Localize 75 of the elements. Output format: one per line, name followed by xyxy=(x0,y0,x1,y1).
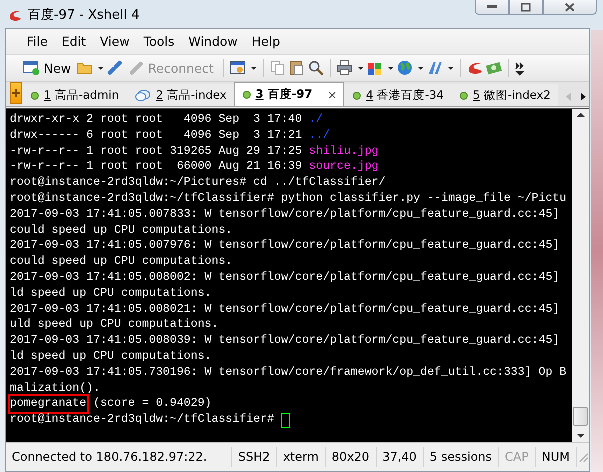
status-field: 37,40 xyxy=(376,447,424,467)
terminal-line: malization(). xyxy=(10,380,102,396)
status-dot-icon xyxy=(31,92,39,100)
status-field: xterm xyxy=(277,447,326,467)
paste-icon[interactable] xyxy=(288,60,305,76)
minimize-icon[interactable] xyxy=(487,5,497,9)
terminal-line: drwxr-xr-x 2 root root 4096 Sep 3 17:40 ./ xyxy=(10,112,324,128)
session-tab[interactable]: 1 高品-admin xyxy=(22,84,126,106)
session-tab[interactable]: 2 高品-index xyxy=(126,84,234,106)
status-field: SSH2 xyxy=(232,447,278,467)
terminal-line: root@instance-2rd3qldw:~/tfClassifier# python classifier.py --image_file ~/Pictu xyxy=(10,190,568,207)
terminal-line: 2017-09-03 17:41:05.007976: W tensorflow/core/platform/cpu_feature_guard.cc:45] xyxy=(10,238,561,254)
terminal-line: 2017-09-03 17:41:05.007833: W tensorflow/core/platform/cpu_feature_guard.cc:45] xyxy=(10,206,561,223)
terminal-line: ld speed up CPU computations. xyxy=(10,286,213,302)
scrollbar[interactable] xyxy=(572,109,589,442)
terminal-line: 2017-09-03 17:41:05.008002: W tensorflow/core/platform/cpu_feature_guard.cc:45] xyxy=(10,270,561,286)
status-field: Connected to 180.76.182.97:22. xyxy=(6,447,232,467)
status-field: CAP xyxy=(499,447,536,467)
status-dot-icon xyxy=(460,92,468,100)
menu-item[interactable]: Help xyxy=(244,32,288,51)
status-dot-icon xyxy=(353,92,362,100)
terminal-line: 2017-09-03 17:41:05.730196: W tensorflow/core/framework/op_def_util.cc:333] Op B xyxy=(10,364,568,381)
maximize-button[interactable] xyxy=(509,0,543,15)
terminal-line: 2017-09-03 17:41:05.008021: W tensorflow/core/platform/cpu_feature_guard.cc:45] xyxy=(10,302,561,318)
caret-icon[interactable] xyxy=(448,66,454,70)
plus-icon[interactable] xyxy=(11,88,21,98)
status-field: 5 sessions xyxy=(424,447,500,467)
terminal-line: pomegranate (score = 0.94029) xyxy=(10,396,572,412)
maximize-icon[interactable] xyxy=(521,2,531,12)
terminal-line: -rw-r--r-- 1 root root 66000 Aug 21 16:39 source.jpg xyxy=(10,159,380,176)
minimize-button[interactable] xyxy=(475,0,509,15)
window-title: 百度-97 - Xshell 4 xyxy=(28,7,140,24)
new-button[interactable]: New xyxy=(20,58,74,78)
scrollbar-thumb[interactable] xyxy=(573,407,588,426)
money-icon[interactable] xyxy=(486,60,502,76)
session-tab[interactable]: 4 香港百度-34 xyxy=(344,84,452,106)
caret-icon[interactable] xyxy=(418,66,424,70)
menu-item[interactable]: Tools xyxy=(136,32,182,51)
scroll-right-icon[interactable] xyxy=(580,93,586,101)
chat-bubble-icon xyxy=(135,88,152,102)
globe-icon[interactable] xyxy=(396,60,413,76)
terminal-line: drwx------ 6 root root 4096 Sep 3 17:21 ../ xyxy=(10,128,332,144)
terminal-screen[interactable] xyxy=(6,108,589,442)
session-tab[interactable]: 5 微图-index2 xyxy=(451,84,558,106)
printer-icon[interactable] xyxy=(336,60,353,76)
overflow-icon[interactable] xyxy=(514,60,525,76)
terminal-line: could speed up CPU computations. xyxy=(10,254,234,270)
color-blocks-icon[interactable] xyxy=(366,60,383,76)
close-button[interactable] xyxy=(543,0,597,15)
new-window-icon[interactable] xyxy=(23,60,40,76)
menu-item[interactable]: View xyxy=(93,32,137,51)
menu-item[interactable]: Edit xyxy=(54,32,94,51)
resize-grip-icon[interactable] xyxy=(577,451,589,463)
add-tab-button[interactable] xyxy=(10,82,22,104)
menu-item[interactable]: File xyxy=(20,32,55,51)
status-dot-icon xyxy=(242,90,251,98)
status-field: 80x20 xyxy=(326,447,377,467)
search-icon[interactable] xyxy=(308,60,324,76)
terminal-line: 2017-09-03 17:41:05.008039: W tensorflow/core/platform/cpu_feature_guard.cc:45] xyxy=(10,333,561,349)
session-tab[interactable]: 3 百度-97 × xyxy=(234,82,344,106)
terminal-line: could speed up CPU computations. xyxy=(10,222,234,238)
status-field: NUM xyxy=(536,447,577,467)
caret-icon[interactable] xyxy=(250,66,257,70)
menu-item[interactable]: Window xyxy=(182,32,245,51)
link-icon[interactable] xyxy=(107,60,124,76)
close-icon[interactable] xyxy=(565,2,575,12)
terminal-line: -rw-r--r-- 1 root root 319265 Aug 29 17:25 shiliu.jpg xyxy=(10,144,380,160)
terminal-line: ld speed up CPU computations. xyxy=(10,348,213,365)
properties-icon[interactable] xyxy=(230,60,246,76)
terminal-line: root@instance-2rd3qldw:~/tfClassifier# xyxy=(10,412,572,428)
caret-icon[interactable] xyxy=(358,66,364,70)
caret-icon[interactable] xyxy=(98,66,104,70)
caret-icon[interactable] xyxy=(388,66,394,70)
terminal-line: uld speed up CPU computations. xyxy=(10,317,220,334)
terminal-line: root@instance-2rd3qldw:~/Pictures# cd ../tfClassifier/ xyxy=(10,175,387,191)
